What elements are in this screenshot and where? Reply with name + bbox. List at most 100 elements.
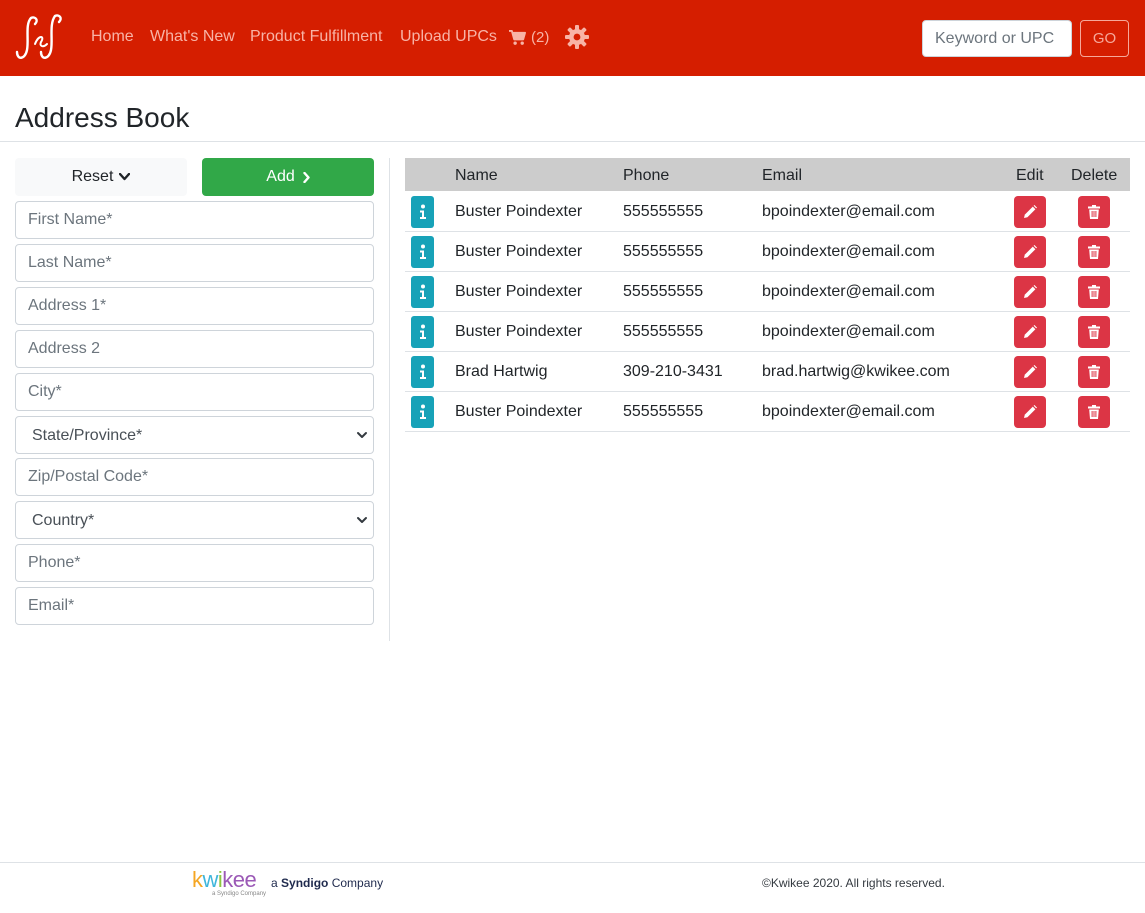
trash-icon: [1088, 205, 1100, 219]
pencil-icon: [1024, 245, 1037, 258]
cart-count: (2): [531, 28, 550, 46]
phone-field[interactable]: [15, 544, 374, 582]
info-button[interactable]: [411, 196, 434, 228]
kwikee-letter-w: w: [202, 867, 219, 892]
row-phone: 309-210-3431: [623, 363, 723, 380]
trash-icon: [1088, 285, 1100, 299]
edit-button[interactable]: [1014, 396, 1046, 428]
row-phone: 555555555: [623, 323, 704, 340]
zip-field[interactable]: [15, 458, 374, 496]
info-button[interactable]: [411, 236, 434, 268]
header-email: Email: [762, 167, 803, 184]
info-icon: [419, 324, 426, 339]
info-icon: [419, 284, 426, 299]
country-select[interactable]: Country*: [15, 501, 374, 539]
edit-button[interactable]: [1014, 356, 1046, 388]
table-row: Buster Poindexter 555555555 bpoindexter@em…: [405, 312, 1130, 352]
table-row: Brad Hartwig 309-210-3431 brad.hartwig@kwi…: [405, 352, 1130, 392]
email-field[interactable]: [15, 587, 374, 625]
row-name: Brad Hartwig: [455, 363, 548, 380]
footer-divider: [0, 862, 1145, 863]
delete-button[interactable]: [1078, 276, 1110, 308]
state-select[interactable]: State/Province*: [15, 416, 374, 454]
row-name: Buster Poindexter: [455, 203, 583, 220]
pencil-icon: [1024, 365, 1037, 378]
row-phone: 555555555: [623, 203, 704, 220]
search-input[interactable]: [922, 20, 1072, 57]
header-phone: Phone: [623, 167, 670, 184]
gear-icon[interactable]: [564, 24, 590, 50]
last-name-field[interactable]: [15, 244, 374, 282]
nav-home[interactable]: Home: [91, 27, 134, 46]
divider: [0, 141, 1145, 142]
row-phone: 555555555: [623, 283, 704, 300]
pencil-icon: [1024, 405, 1037, 418]
row-name: Buster Poindexter: [455, 243, 583, 260]
header-edit: Edit: [1016, 167, 1044, 184]
trash-icon: [1088, 245, 1100, 259]
row-phone: 555555555: [623, 403, 704, 420]
kwikee-letter-k: k: [192, 867, 203, 892]
cart-link[interactable]: (2): [508, 26, 549, 48]
reset-label: Reset: [71, 168, 114, 185]
delete-button[interactable]: [1078, 236, 1110, 268]
copyright: ©Kwikee 2020. All rights reserved.: [762, 876, 945, 890]
tagline-syndigo: Syndigo: [281, 876, 329, 890]
table-row: Buster Poindexter 555555555 bpoindexter@em…: [405, 232, 1130, 272]
reset-button[interactable]: Reset: [15, 158, 187, 196]
row-name: Buster Poindexter: [455, 283, 583, 300]
add-label: Add: [266, 168, 295, 185]
info-icon: [419, 244, 426, 259]
table-row: Buster Poindexter 555555555 bpoindexter@em…: [405, 192, 1130, 232]
tagline-a: a: [271, 876, 278, 890]
kwikee-sub: a Syndigo Company: [212, 891, 267, 897]
edit-button[interactable]: [1014, 316, 1046, 348]
go-button[interactable]: GO: [1080, 20, 1129, 57]
header-name: Name: [455, 167, 498, 184]
nav-upload-upcs[interactable]: Upload UPCs: [400, 27, 497, 46]
nav-whats-new[interactable]: What's New: [150, 27, 235, 46]
row-phone: 555555555: [623, 243, 704, 260]
delete-button[interactable]: [1078, 316, 1110, 348]
chevron-right-icon: [303, 171, 310, 183]
edit-button[interactable]: [1014, 236, 1046, 268]
edit-button[interactable]: [1014, 196, 1046, 228]
row-email: bpoindexter@email.com: [762, 243, 935, 260]
info-button[interactable]: [411, 356, 434, 388]
delete-button[interactable]: [1078, 196, 1110, 228]
navbar: Home What's New Product Fulfillment Uplo…: [0, 0, 1145, 76]
info-button[interactable]: [411, 316, 434, 348]
kwikee-logo: kwikee: [192, 867, 257, 893]
info-icon: [419, 204, 426, 219]
header-delete: Delete: [1071, 167, 1118, 184]
add-button[interactable]: Add: [202, 158, 374, 196]
row-email: bpoindexter@email.com: [762, 403, 935, 420]
row-name: Buster Poindexter: [455, 403, 583, 420]
table-row: Buster Poindexter 555555555 bpoindexter@em…: [405, 392, 1130, 432]
column-divider: [389, 158, 390, 641]
pencil-icon: [1024, 325, 1037, 338]
info-button[interactable]: [411, 396, 434, 428]
table-header: Name Phone Email Edit Delete: [405, 158, 1130, 191]
edit-button[interactable]: [1014, 276, 1046, 308]
jj-logo[interactable]: [13, 10, 69, 66]
info-button[interactable]: [411, 276, 434, 308]
chevron-down-icon: [119, 173, 131, 181]
pencil-icon: [1024, 285, 1037, 298]
trash-icon: [1088, 365, 1100, 379]
delete-button[interactable]: [1078, 396, 1110, 428]
city-field[interactable]: [15, 373, 374, 411]
first-name-field[interactable]: [15, 201, 374, 239]
nav-product-fulfillment[interactable]: Product Fulfillment: [250, 27, 383, 46]
row-email: brad.hartwig@kwikee.com: [762, 363, 950, 380]
trash-icon: [1088, 325, 1100, 339]
info-icon: [419, 404, 426, 419]
address2-field[interactable]: [15, 330, 374, 368]
address1-field[interactable]: [15, 287, 374, 325]
row-email: bpoindexter@email.com: [762, 283, 935, 300]
delete-button[interactable]: [1078, 356, 1110, 388]
cart-icon: [509, 29, 526, 45]
pencil-icon: [1024, 205, 1037, 218]
trash-icon: [1088, 405, 1100, 419]
kwikee-letters-kee: kee: [222, 867, 257, 892]
